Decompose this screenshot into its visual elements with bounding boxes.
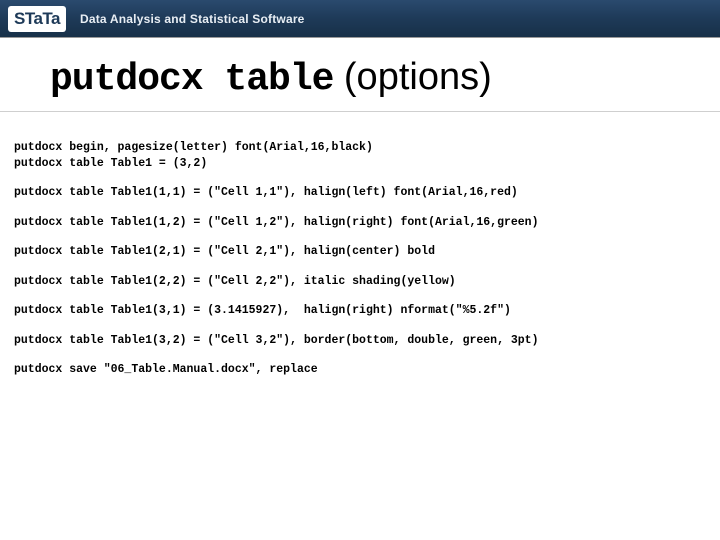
title-options-part: (options): [344, 56, 492, 98]
code-line: putdocx save "06_Table.Manual.docx", rep…: [14, 362, 706, 378]
banner: STaTa Data Analysis and Statistical Soft…: [0, 0, 720, 38]
code-line: putdocx table Table1(2,1) = ("Cell 2,1")…: [14, 244, 706, 260]
logo-text: STaTa: [14, 9, 60, 29]
code-line: putdocx begin, pagesize(letter) font(Ari…: [14, 140, 706, 156]
code-block: putdocx begin, pagesize(letter) font(Ari…: [0, 140, 720, 378]
tagline: Data Analysis and Statistical Software: [80, 12, 305, 26]
code-line: putdocx table Table1(1,2) = ("Cell 1,2")…: [14, 215, 706, 231]
code-line: putdocx table Table1(2,2) = ("Cell 2,2")…: [14, 274, 706, 290]
code-line: putdocx table Table1(1,1) = ("Cell 1,1")…: [14, 185, 706, 201]
slide-title: putdocx table (options): [0, 38, 720, 112]
stata-logo: STaTa: [8, 6, 66, 32]
code-line: putdocx table Table1(3,2) = ("Cell 3,2")…: [14, 333, 706, 349]
code-line: putdocx table Table1(3,1) = (3.1415927),…: [14, 303, 706, 319]
code-line: putdocx table Table1 = (3,2): [14, 156, 706, 172]
title-code-part: putdocx table: [50, 58, 333, 101]
